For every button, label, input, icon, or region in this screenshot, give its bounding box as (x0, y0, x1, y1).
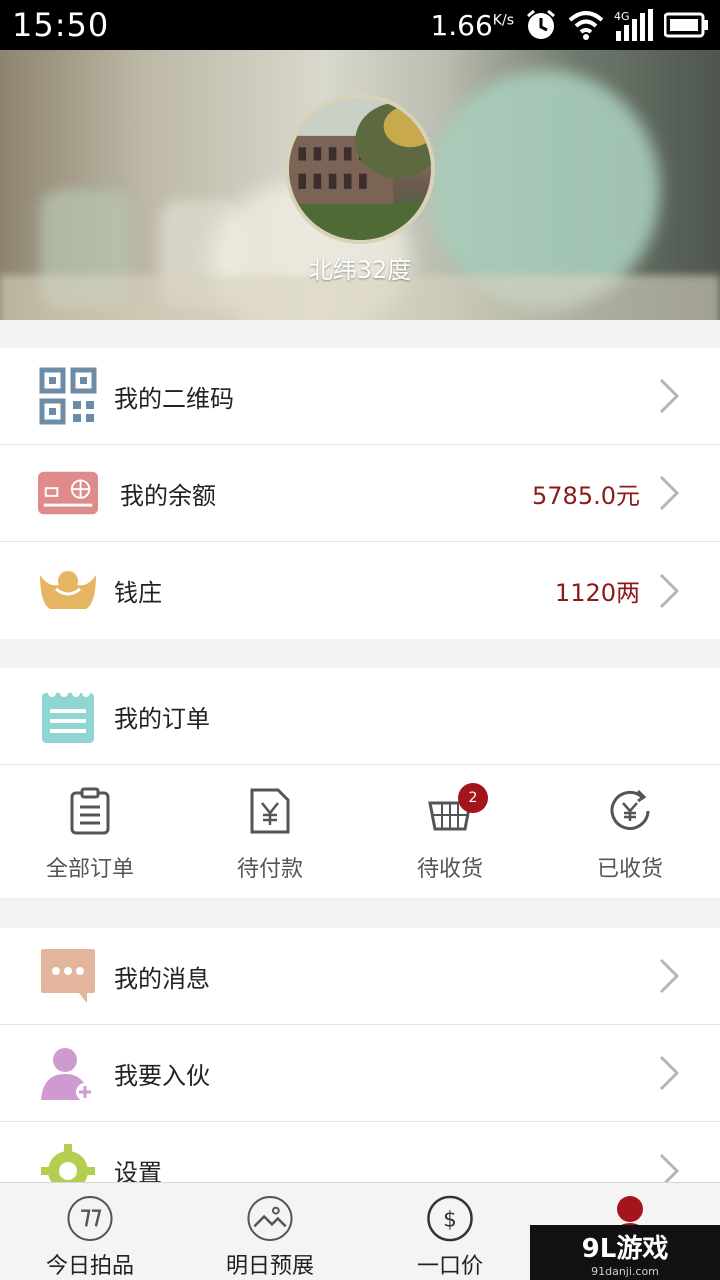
network-speed: 1.66K/s (430, 9, 514, 42)
battery-icon (664, 12, 708, 38)
tab-today-lots[interactable]: 今日拍品 (0, 1183, 180, 1280)
avatar-photo (289, 98, 431, 240)
alarm-icon (527, 9, 555, 39)
gavel-icon (67, 1195, 113, 1242)
menu-balance-label: 我的余额 (120, 481, 216, 510)
svg-text:4G: 4G (614, 10, 630, 23)
menu-orders[interactable]: 我的订单 (0, 668, 720, 765)
order-all[interactable]: 全部订单 (0, 765, 180, 898)
orders-section: 我的订单 全部订单 待付款 2 待收货 已收货 (0, 668, 720, 898)
gold-ingot-icon (38, 561, 98, 621)
picture-icon (247, 1195, 293, 1242)
tab-tomorrow-preview[interactable]: 明日预展 (180, 1183, 360, 1280)
status-time: 15:50 (12, 6, 110, 44)
dollar-icon: $ (427, 1195, 473, 1242)
yen-document-icon (250, 788, 290, 834)
misc-section: 我的消息 我要入伙 设置 (0, 928, 720, 1219)
avatar[interactable] (285, 94, 435, 244)
tab-tomorrow-preview-label: 明日预展 (225, 1254, 314, 1279)
wallet-card-icon (38, 463, 98, 523)
menu-bank-label: 钱庄 (114, 579, 162, 607)
chevron-right-icon (659, 958, 680, 994)
watermark-logo: 9L游戏 (581, 1233, 669, 1264)
chevron-right-icon (659, 475, 680, 511)
order-pending-receipt-label: 待收货 (416, 857, 483, 882)
order-pending-payment-label: 待付款 (236, 857, 303, 882)
pending-receipt-badge: 2 (458, 783, 488, 813)
order-received[interactable]: 已收货 (540, 765, 720, 898)
chat-bubble-icon (38, 946, 98, 1006)
username: 北纬32度 (308, 256, 412, 284)
network-speed-unit: K/s (492, 12, 514, 29)
menu-messages-label: 我的消息 (114, 964, 210, 993)
menu-messages[interactable]: 我的消息 (0, 928, 720, 1025)
chevron-right-icon (659, 378, 680, 414)
order-all-label: 全部订单 (45, 857, 134, 882)
menu-qrcode[interactable]: 我的二维码 (0, 348, 720, 445)
tab-fixed-price[interactable]: $ 一口价 (360, 1183, 540, 1280)
menu-join-label: 我要入伙 (114, 1061, 210, 1090)
menu-qrcode-label: 我的二维码 (114, 384, 234, 413)
menu-orders-label: 我的订单 (114, 704, 210, 733)
qrcode-icon (38, 366, 98, 426)
menu-balance[interactable]: 我的余额 5785.0元 (0, 445, 720, 542)
chevron-right-icon (659, 573, 680, 608)
yen-refresh-icon (610, 789, 650, 830)
clipboard-icon (70, 787, 110, 835)
signal-icon: 4G (614, 9, 653, 41)
add-user-icon (38, 1043, 98, 1103)
tab-fixed-price-label: 一口价 (416, 1254, 483, 1279)
wallet-section: 我的二维码 我的余额 5785.0元 钱庄 1120两 (0, 348, 720, 639)
status-icons: 1.66K/s 4G (430, 8, 708, 42)
wifi-icon (568, 11, 604, 40)
svg-text:$: $ (443, 1207, 457, 1232)
site-watermark: 9L游戏 91danji.com (530, 1225, 720, 1280)
order-received-label: 已收货 (596, 857, 663, 882)
order-pending-payment[interactable]: 待付款 (180, 765, 360, 898)
chevron-right-icon (659, 1055, 680, 1091)
order-pending-receipt[interactable]: 2 待收货 (360, 765, 540, 898)
menu-join[interactable]: 我要入伙 (0, 1025, 720, 1122)
menu-bank[interactable]: 钱庄 1120两 (0, 542, 720, 639)
watermark-site: 91danji.com (591, 1264, 659, 1278)
bank-value: 1120两 (554, 579, 640, 607)
status-bar: 15:50 1.66K/s 4G (0, 0, 720, 50)
order-status-bar: 全部订单 待付款 2 待收货 已收货 (0, 765, 720, 898)
notepad-icon (38, 686, 98, 746)
balance-value: 5785.0元 (532, 481, 640, 510)
tab-today-lots-label: 今日拍品 (45, 1254, 134, 1279)
network-speed-value: 1.66 (430, 8, 493, 42)
